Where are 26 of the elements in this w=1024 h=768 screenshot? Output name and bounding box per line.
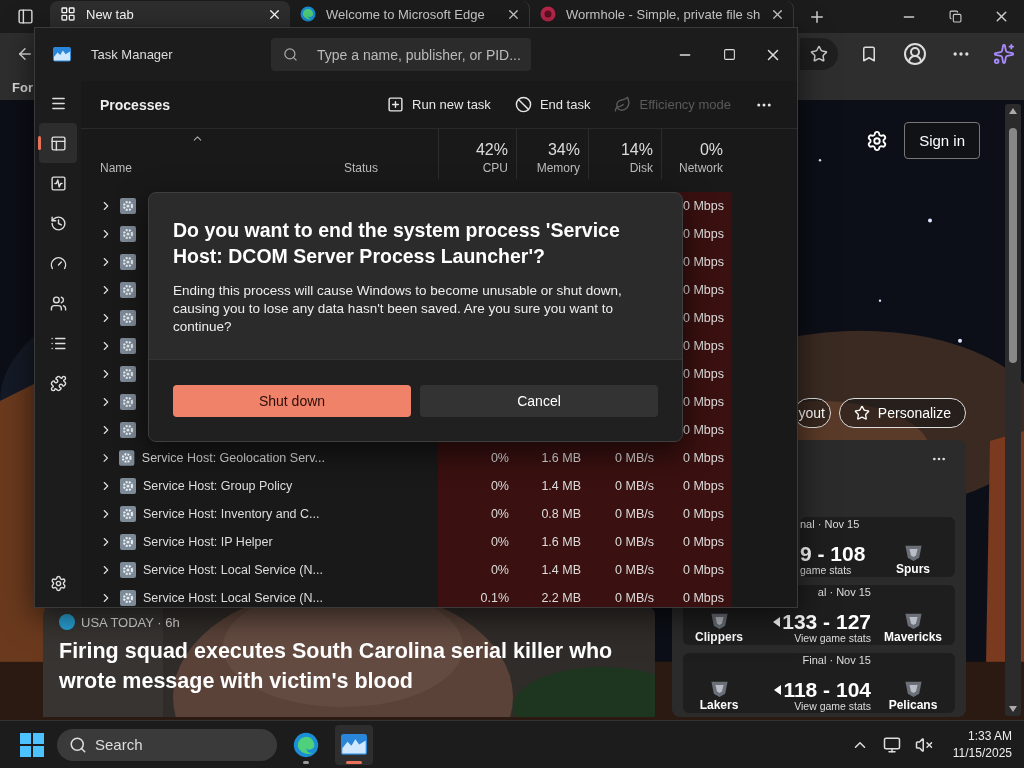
monitor-icon[interactable]	[882, 735, 901, 754]
favorites-item[interactable]: For	[12, 79, 33, 95]
taskbar-app[interactable]	[335, 724, 373, 765]
sparkles-icon[interactable]	[993, 42, 1015, 65]
edge-logo-icon	[300, 6, 316, 22]
maximize-icon[interactable]	[722, 48, 736, 61]
profile-icon[interactable]	[903, 41, 927, 66]
task-manager-icon	[53, 47, 71, 62]
browser-tab[interactable]: New tab	[50, 1, 290, 27]
windows-logo-icon[interactable]	[20, 732, 44, 757]
search-icon	[283, 47, 298, 62]
circle-logo-icon	[540, 6, 556, 22]
grid-icon	[60, 6, 76, 22]
restore-icon[interactable]	[948, 10, 962, 23]
tab-actions-icon[interactable]	[16, 8, 34, 25]
favorites-icon[interactable]	[860, 44, 878, 63]
address-bar[interactable]	[800, 37, 838, 70]
search-field[interactable]: Type a name, publisher, or PID...	[271, 38, 531, 71]
taskbar-search[interactable]: Search	[57, 728, 277, 761]
edge-logo-icon	[293, 731, 319, 758]
star-icon[interactable]	[810, 44, 828, 63]
clock[interactable]: 1:33 AM 11/15/2025	[952, 728, 1012, 761]
volume-muted-icon[interactable]	[914, 735, 933, 754]
window-title: Task Manager	[91, 47, 173, 62]
task-manager-icon	[341, 734, 367, 755]
search-icon	[69, 735, 87, 754]
